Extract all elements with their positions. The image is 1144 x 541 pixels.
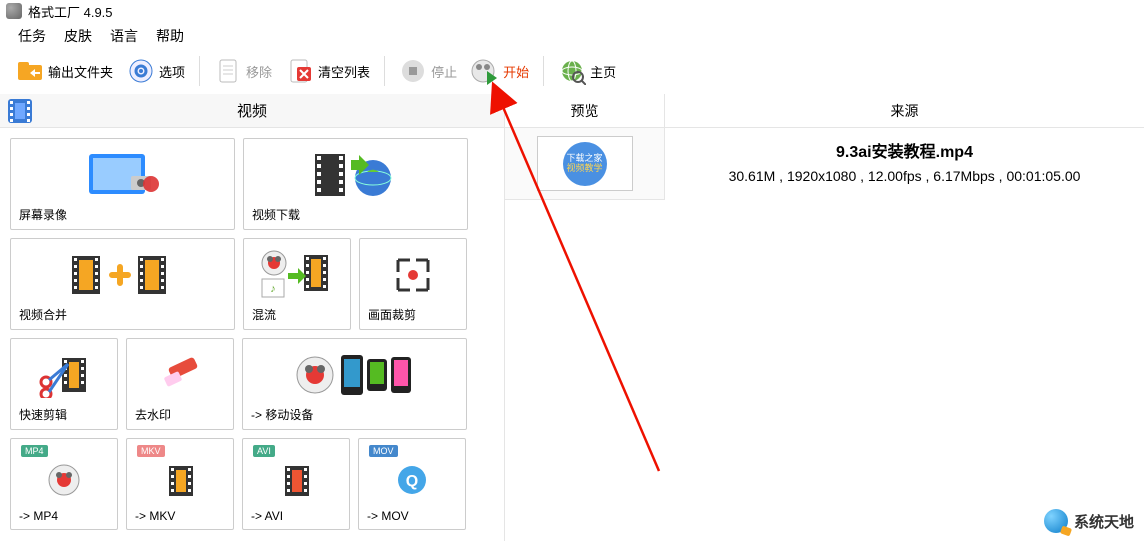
globe-search-icon	[558, 57, 586, 85]
preview-header[interactable]: 预览	[505, 94, 665, 128]
tile-to-mobile[interactable]: -> 移动设备	[242, 338, 467, 430]
right-headers: 预览 来源	[505, 94, 1144, 128]
tile-mux[interactable]: ♪ 混流	[243, 238, 351, 330]
tile-to-mobile-label: -> 移动设备	[247, 406, 313, 423]
stop-button[interactable]: 停止	[395, 55, 461, 87]
output-folder-label: 输出文件夹	[48, 62, 113, 81]
tile-grid: 屏幕录像 视频下载 视频合并 ♪	[10, 138, 494, 530]
video-thumbnail: 下载之家 视频教学	[537, 136, 633, 191]
right-pane: 预览 来源 下载之家 视频教学 9.3ai安装教程.mp4 30.61M , 1…	[505, 94, 1144, 541]
avi-badge: AVI	[253, 445, 275, 457]
tile-quick-cut[interactable]: 快速剪辑	[10, 338, 118, 430]
clear-list-button[interactable]: 清空列表	[282, 55, 374, 87]
scissors-icon	[15, 343, 113, 406]
tile-mkv[interactable]: MKV -> MKV	[126, 438, 234, 530]
tile-quick-cut-label: 快速剪辑	[15, 406, 67, 423]
screen-record-icon	[15, 143, 230, 206]
file-row[interactable]: 下载之家 视频教学 9.3ai安装教程.mp4 30.61M , 1920x10…	[505, 128, 1144, 200]
mkv-badge: MKV	[137, 445, 165, 457]
start-button[interactable]: 开始	[467, 55, 533, 87]
play-icon	[471, 57, 499, 85]
left-pane: 视频 屏幕录像 视频下载	[0, 94, 505, 541]
mux-icon: ♪	[248, 243, 346, 306]
video-download-icon	[248, 143, 463, 206]
menu-help[interactable]: 帮助	[156, 26, 184, 46]
remove-label: 移除	[246, 62, 272, 81]
toolbar-divider	[199, 56, 200, 86]
output-folder-button[interactable]: 输出文件夹	[12, 55, 117, 87]
clear-icon	[286, 57, 314, 85]
options-button[interactable]: 选项	[123, 55, 189, 87]
tile-video-download-label: 视频下载	[248, 206, 300, 223]
home-label: 主页	[590, 62, 616, 81]
eraser-icon	[131, 343, 229, 406]
tile-avi[interactable]: AVI -> AVI	[242, 438, 350, 530]
menu-bar: 任务 皮肤 语言 帮助	[0, 22, 1144, 50]
file-meta: 30.61M , 1920x1080 , 12.00fps , 6.17Mbps…	[675, 168, 1134, 184]
tile-screen-record-label: 屏幕录像	[15, 206, 67, 223]
tile-video-merge[interactable]: 视频合并	[10, 238, 235, 330]
tile-mp4-label: -> MP4	[15, 509, 58, 523]
remove-button[interactable]: 移除	[210, 55, 276, 87]
tile-grid-scroll[interactable]: 屏幕录像 视频下载 视频合并 ♪	[0, 128, 504, 541]
toolbar: 输出文件夹 选项 移除 清空列表 停止 开始 主页	[0, 50, 1144, 94]
mobile-devices-icon	[247, 343, 462, 406]
gear-icon	[127, 57, 155, 85]
tile-mov-label: -> MOV	[363, 509, 409, 523]
file-info-cell: 9.3ai安装教程.mp4 30.61M , 1920x1080 , 12.00…	[665, 128, 1144, 200]
menu-language[interactable]: 语言	[110, 26, 138, 46]
tile-video-download[interactable]: 视频下载	[243, 138, 468, 230]
watermark-globe-icon	[1044, 509, 1068, 533]
tile-crop-label: 画面裁剪	[364, 306, 416, 323]
title-bar: 格式工厂 4.9.5	[0, 0, 1144, 22]
options-label: 选项	[159, 62, 185, 81]
video-category-header[interactable]: 视频	[0, 94, 504, 128]
clear-list-label: 清空列表	[318, 62, 370, 81]
toolbar-divider-2	[384, 56, 385, 86]
tile-remove-watermark-label: 去水印	[131, 406, 171, 423]
app-icon	[6, 3, 22, 19]
source-header[interactable]: 来源	[665, 94, 1144, 128]
thumb-badge: 下载之家 视频教学	[563, 142, 607, 186]
mp4-badge: MP4	[21, 445, 48, 457]
tile-mov[interactable]: MOV Q -> MOV	[358, 438, 466, 530]
watermark-text: 系统天地	[1074, 511, 1134, 532]
svg-text:♪: ♪	[270, 283, 276, 295]
watermark: 系统天地	[1044, 509, 1134, 533]
start-label: 开始	[503, 62, 529, 81]
thumb-line2: 视频教学	[566, 164, 602, 174]
film-icon	[6, 97, 34, 125]
content-area: 视频 屏幕录像 视频下载	[0, 94, 1144, 541]
menu-skin[interactable]: 皮肤	[64, 26, 92, 46]
stop-label: 停止	[431, 62, 457, 81]
video-category-label: 视频	[237, 100, 267, 121]
thumbnail-cell[interactable]: 下载之家 视频教学	[505, 128, 665, 200]
file-name: 9.3ai安装教程.mp4	[675, 138, 1134, 162]
tile-remove-watermark[interactable]: 去水印	[126, 338, 234, 430]
tile-crop[interactable]: 画面裁剪	[359, 238, 467, 330]
document-icon	[214, 57, 242, 85]
video-merge-icon	[15, 243, 230, 306]
tile-video-merge-label: 视频合并	[15, 306, 67, 323]
tile-screen-record[interactable]: 屏幕录像	[10, 138, 235, 230]
menu-tasks[interactable]: 任务	[18, 26, 46, 46]
home-button[interactable]: 主页	[554, 55, 620, 87]
toolbar-divider-3	[543, 56, 544, 86]
tile-mp4[interactable]: MP4 -> MP4	[10, 438, 118, 530]
app-title: 格式工厂 4.9.5	[28, 2, 113, 21]
svg-text:Q: Q	[406, 473, 418, 490]
mov-badge: MOV	[369, 445, 398, 457]
stop-icon	[399, 57, 427, 85]
folder-icon	[16, 57, 44, 85]
crop-icon	[364, 243, 462, 306]
tile-avi-label: -> AVI	[247, 509, 283, 523]
tile-mux-label: 混流	[248, 306, 276, 323]
tile-mkv-label: -> MKV	[131, 509, 175, 523]
